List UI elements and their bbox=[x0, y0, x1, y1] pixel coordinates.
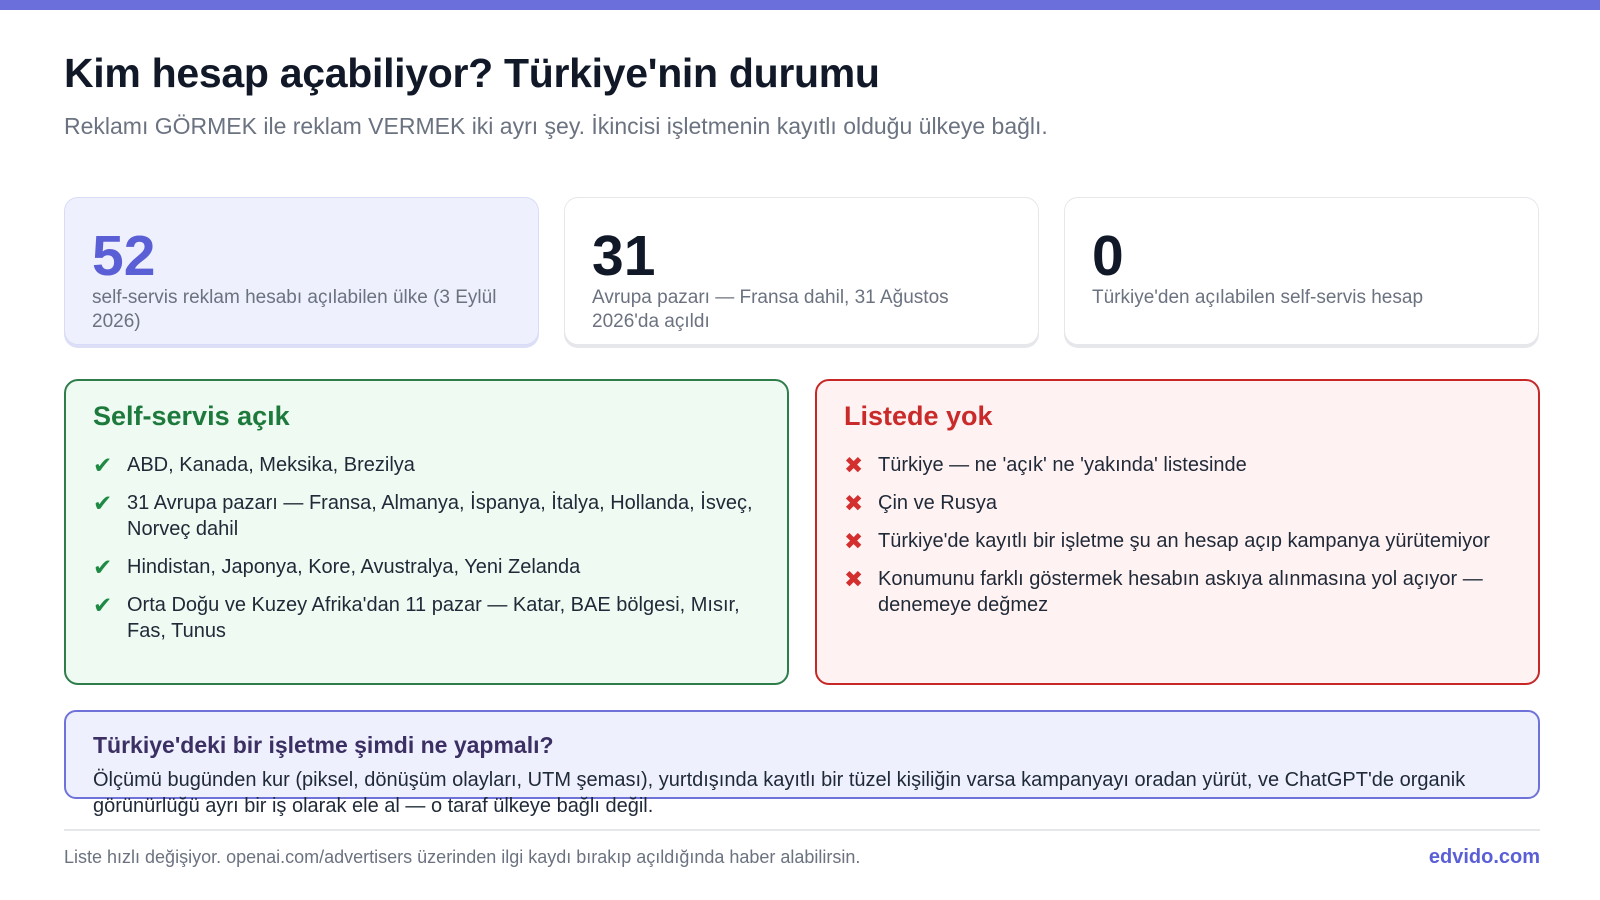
cross-icon: ✖ bbox=[844, 566, 864, 592]
stat-card-countries: 52 self-servis reklam hesabı açılabilen … bbox=[64, 197, 539, 345]
stat-value: 0 bbox=[1092, 224, 1124, 288]
footer-divider bbox=[64, 829, 1540, 831]
stat-card-europe: 31 Avrupa pazarı — Fransa dahil, 31 Ağus… bbox=[564, 197, 1039, 345]
list-item: ✔ Orta Doğu ve Kuzey Afrika'dan 11 pazar… bbox=[93, 592, 761, 644]
check-icon: ✔ bbox=[93, 490, 113, 516]
stat-label: Avrupa pazarı — Fransa dahil, 31 Ağustos… bbox=[592, 287, 949, 332]
list-item-text: Hindistan, Japonya, Kore, Avustralya, Ye… bbox=[127, 556, 581, 578]
self-service-open-panel: Self-servis açık ✔ ABD, Kanada, Meksika,… bbox=[64, 379, 789, 685]
list-item: ✖ Türkiye — ne 'açık' ne 'yakında' liste… bbox=[844, 452, 1512, 478]
cross-icon: ✖ bbox=[844, 452, 864, 478]
cross-icon: ✖ bbox=[844, 490, 864, 516]
check-icon: ✔ bbox=[93, 554, 113, 580]
list-item-text: Türkiye — ne 'açık' ne 'yakında' listesi… bbox=[878, 454, 1247, 476]
not-listed-panel: Listede yok ✖ Türkiye — ne 'açık' ne 'ya… bbox=[815, 379, 1540, 685]
callout-title: Türkiye'deki bir işletme şimdi ne yapmal… bbox=[93, 732, 554, 758]
list-item: ✔ Hindistan, Japonya, Kore, Avustralya, … bbox=[93, 554, 761, 580]
check-icon: ✔ bbox=[93, 592, 113, 618]
panel-title: Self-servis açık bbox=[93, 401, 290, 431]
list-item: ✖ Türkiye'de kayıtlı bir işletme şu an h… bbox=[844, 528, 1512, 554]
brand-link[interactable]: edvido.com bbox=[1429, 846, 1540, 869]
list-item: ✔ 31 Avrupa pazarı — Fransa, Almanya, İs… bbox=[93, 490, 761, 542]
stat-label: Türkiye'den açılabilen self-servis hesap bbox=[1092, 287, 1424, 308]
check-icon: ✔ bbox=[93, 452, 113, 478]
list-item-text: Çin ve Rusya bbox=[878, 492, 997, 514]
stat-card-turkey: 0 Türkiye'den açılabilen self-servis hes… bbox=[1064, 197, 1539, 345]
cross-icon: ✖ bbox=[844, 528, 864, 554]
what-to-do-callout: Türkiye'deki bir işletme şimdi ne yapmal… bbox=[64, 710, 1540, 817]
page-subtitle: Reklamı GÖRMEK ile reklam VERMEK iki ayr… bbox=[64, 113, 1048, 139]
callout-body: Ölçümü bugünden kur (piksel, dönüşüm ola… bbox=[93, 769, 1466, 817]
stat-label: self-servis reklam hesabı açılabilen ülk… bbox=[92, 287, 497, 332]
list-item-text: Orta Doğu ve Kuzey Afrika'dan 11 pazar —… bbox=[127, 594, 740, 642]
top-accent-bar bbox=[0, 0, 1600, 10]
stat-value: 31 bbox=[592, 224, 656, 288]
stat-value: 52 bbox=[92, 224, 156, 288]
list-item-text: ABD, Kanada, Meksika, Brezilya bbox=[127, 454, 415, 476]
list-item-text: Konumunu farklı göstermek hesabın askıya… bbox=[878, 568, 1483, 616]
list-item: ✖ Konumunu farklı göstermek hesabın askı… bbox=[844, 566, 1512, 618]
list-item: ✔ ABD, Kanada, Meksika, Brezilya bbox=[93, 452, 761, 478]
list-item-text: Türkiye'de kayıtlı bir işletme şu an hes… bbox=[878, 530, 1490, 552]
page-title: Kim hesap açabiliyor? Türkiye'nin durumu bbox=[64, 50, 880, 96]
list-item-text: 31 Avrupa pazarı — Fransa, Almanya, İspa… bbox=[127, 492, 753, 540]
footer-note: Liste hızlı değişiyor. openai.com/advert… bbox=[64, 847, 861, 867]
list-item: ✖ Çin ve Rusya bbox=[844, 490, 1512, 516]
panel-title: Listede yok bbox=[844, 401, 993, 431]
